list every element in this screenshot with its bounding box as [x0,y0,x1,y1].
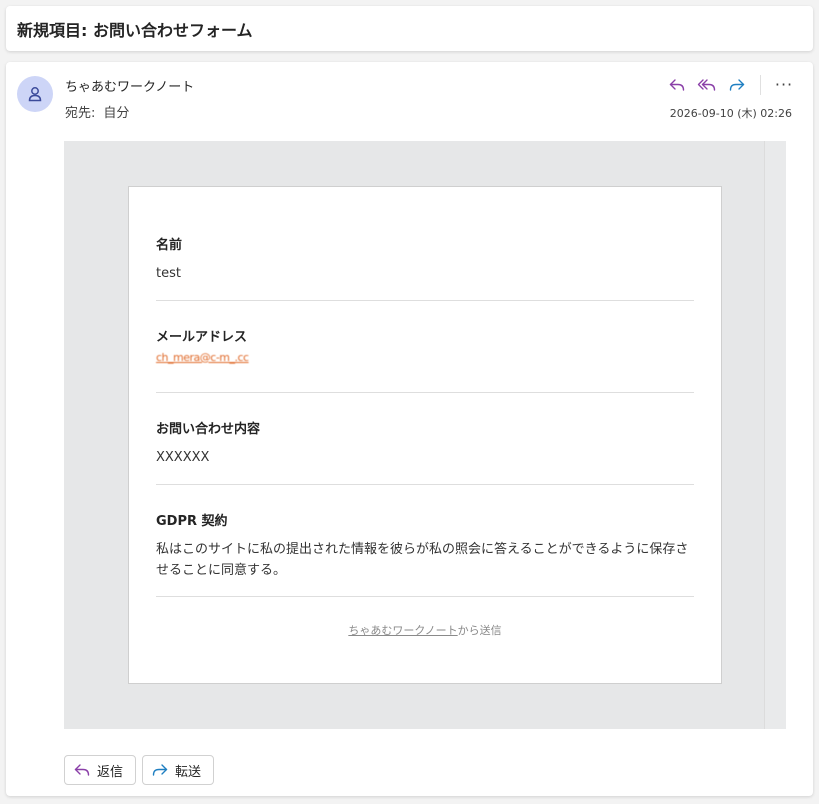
forward-label: 転送 [175,764,202,780]
message-actions: ··· [664,72,797,98]
sender-avatar[interactable] [17,76,53,112]
field-inquiry: お問い合わせ内容 XXXXXX [156,418,694,468]
bottom-actions: 返信 転送 [64,755,215,785]
person-icon [28,87,42,102]
message-card: ちゃあむワークノート 宛先: 自分 ··· 2026-09-10 (木) 02:… [6,62,813,796]
field-divider [156,596,694,597]
field-value: test [156,266,181,281]
reply-all-icon [697,79,716,91]
reply-bottom-button[interactable]: 返信 [64,755,137,785]
field-email: メールアドレス ch_mera@c-m_.cc [156,326,694,368]
body-scroll-strip [764,141,786,729]
field-divider [156,392,694,393]
field-name: 名前 test [156,234,694,284]
forward-icon [152,764,168,776]
received-datetime: 2026-09-10 (木) 02:26 [669,107,792,120]
form-submission-card: 名前 test メールアドレス ch_mera@c-m_.cc お問い合わせ内容… [128,186,722,684]
message-subject: 新規項目: お問い合わせフォーム [17,20,253,40]
reply-all-button[interactable] [694,72,720,98]
forward-icon [729,79,745,91]
field-label: メールアドレス [156,330,248,345]
field-value: XXXXXX [156,450,210,465]
forward-bottom-button[interactable]: 転送 [142,755,215,785]
reply-button[interactable] [664,72,690,98]
reply-icon [74,764,90,776]
message-body: 名前 test メールアドレス ch_mera@c-m_.cc お問い合わせ内容… [64,141,786,729]
sent-from-suffix: から送信 [457,624,502,637]
subject-bar: 新規項目: お問い合わせフォーム [6,6,813,51]
field-divider [156,484,694,485]
field-label: GDPR 契約 [156,514,228,529]
field-gdpr: GDPR 契約 私はこのサイトに私の提出された情報を彼らが私の照会に答えることが… [156,510,694,581]
field-label: 名前 [156,238,183,253]
more-icon[interactable]: ··· [771,72,797,98]
reply-label: 返信 [97,764,124,780]
site-link[interactable]: ちゃあむワークノート [348,624,457,637]
forward-button[interactable] [724,72,750,98]
sent-from-note: ちゃあむワークノートから送信 [129,622,721,638]
field-label: お問い合わせ内容 [156,422,261,437]
to-value[interactable]: 自分 [103,102,129,121]
sender-name[interactable]: ちゃあむワークノート [65,76,194,95]
field-divider [156,300,694,301]
to-label: 宛先: [65,106,96,121]
recipient-line: 宛先: 自分 [65,102,129,121]
reply-icon [669,79,685,91]
field-value: 私はこのサイトに私の提出された情報を彼らが私の照会に答えることができるように保存… [156,542,689,578]
email-link[interactable]: ch_mera@c-m_.cc [156,347,694,368]
actions-divider [760,75,761,95]
